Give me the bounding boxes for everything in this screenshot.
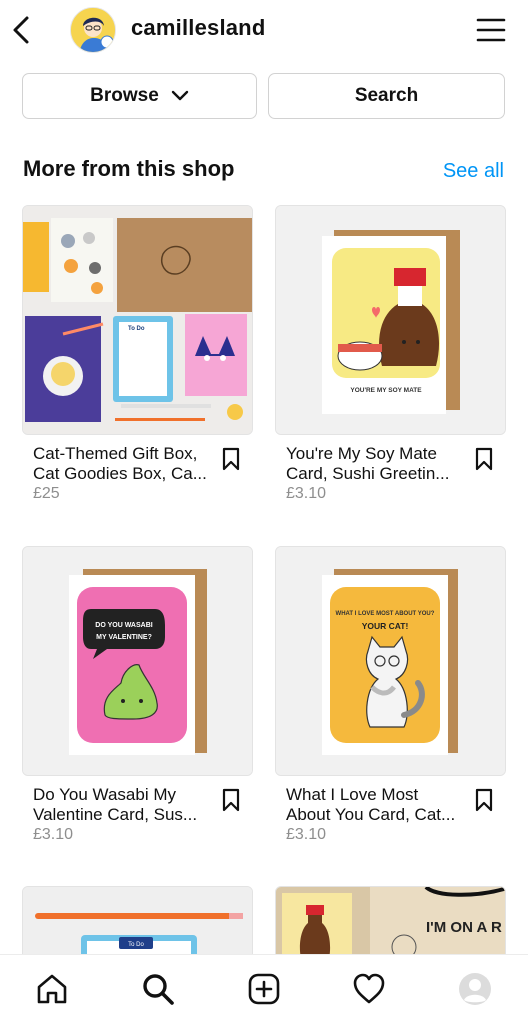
bottom-tab-bar	[0, 954, 528, 1024]
bookmark-icon[interactable]	[221, 788, 241, 812]
create-post-icon[interactable]	[244, 969, 284, 1009]
product-name[interactable]: Cat-Themed Gift Box, Cat Goodies Box, Ca…	[33, 444, 213, 484]
shop-avatar[interactable]	[70, 7, 116, 53]
search-label: Search	[354, 85, 419, 106]
hamburger-menu-icon[interactable]	[476, 17, 506, 43]
shop-header: camillesland	[0, 0, 528, 62]
bookmark-icon[interactable]	[474, 447, 494, 471]
product-price: £3.10	[286, 485, 327, 502]
bookmark-icon[interactable]	[474, 788, 494, 812]
product-card[interactable]: YOU'RE MY SOY MATE You're My Soy Mate Ca…	[275, 205, 506, 502]
product-price: £25	[33, 485, 60, 502]
home-icon[interactable]	[32, 969, 72, 1009]
wasabi-text-1: DO YOU WASABI	[95, 622, 152, 629]
section-title: More from this shop	[23, 156, 235, 181]
soy-card-text: YOU'RE MY SOY MATE	[350, 387, 422, 394]
back-arrow-icon[interactable]	[8, 14, 36, 46]
see-all-link[interactable]: See all	[443, 160, 504, 183]
product-image-wasabi-card[interactable]: DO YOU WASABI MY VALENTINE?	[22, 546, 253, 776]
cat-text-2: YOUR CAT!	[362, 621, 409, 631]
wasabi-text-2: MY VALENTINE?	[96, 634, 152, 641]
product-name[interactable]: Do You Wasabi My Valentine Card, Sus...	[33, 785, 213, 825]
chevron-down-icon	[171, 90, 189, 101]
activity-heart-icon[interactable]	[349, 969, 389, 1009]
shop-name[interactable]: camillesland	[131, 15, 265, 41]
bag-text: I'M ON A R	[426, 919, 502, 936]
browse-label: Browse	[90, 85, 159, 106]
search-icon[interactable]	[138, 969, 178, 1009]
bookmark-icon[interactable]	[221, 447, 241, 471]
product-name[interactable]: What I Love Most About You Card, Cat...	[286, 785, 466, 825]
product-card[interactable]: DO YOU WASABI MY VALENTINE? Do You Wasab…	[22, 546, 253, 843]
browse-button[interactable]: Browse	[22, 73, 257, 119]
todo-text: To Do	[128, 326, 145, 332]
product-image-gift-box[interactable]: To Do	[22, 205, 253, 435]
search-button[interactable]: Search	[268, 73, 505, 119]
product-name[interactable]: You're My Soy Mate Card, Sushi Greetin..…	[286, 444, 466, 484]
product-image-soy-mate-card[interactable]: YOU'RE MY SOY MATE	[275, 205, 506, 435]
product-card[interactable]: To Do Cat-Themed Gift Box, Cat Goodies B…	[22, 205, 253, 502]
cat-text-1: WHAT I LOVE MOST ABOUT YOU?	[336, 611, 435, 617]
todo-partial-text: To Do	[128, 942, 144, 948]
profile-avatar-icon[interactable]	[455, 969, 495, 1009]
product-price: £3.10	[33, 826, 74, 843]
product-card[interactable]: WHAT I LOVE MOST ABOUT YOU? YOUR CAT! Wh…	[275, 546, 506, 843]
product-image-cat-card[interactable]: WHAT I LOVE MOST ABOUT YOU? YOUR CAT!	[275, 546, 506, 776]
product-price: £3.10	[286, 826, 327, 843]
